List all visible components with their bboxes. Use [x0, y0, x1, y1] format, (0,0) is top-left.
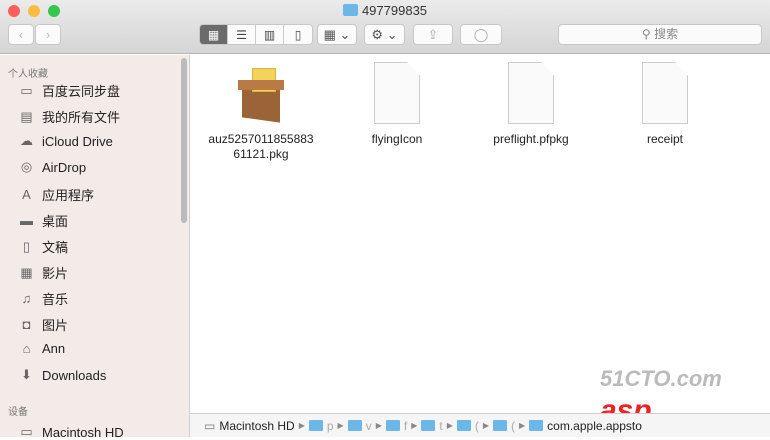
file-name: preflight.pfpkg	[493, 132, 569, 146]
sidebar-item-label: 文稿	[42, 240, 69, 255]
folder-icon	[308, 420, 323, 431]
package-icon	[232, 62, 290, 124]
movies-icon: ▦	[20, 264, 33, 280]
desktop-icon: ▬	[20, 213, 33, 228]
folder-icon	[456, 420, 471, 431]
sidebar-item-macintosh-hd[interactable]: ▭ Macintosh HD	[17, 424, 124, 440]
documents-icon: ▯	[22, 238, 31, 254]
sidebar-item[interactable]: ▭ 百度云同步盘	[17, 81, 120, 100]
sidebar-item-label: Ann	[42, 341, 66, 356]
sidebar-item-label: Downloads	[42, 367, 107, 383]
document-icon	[642, 62, 688, 124]
action-gear-button[interactable]: ⚙ ⌄	[364, 24, 405, 45]
sidebar-item-label: 我的所有文件	[42, 110, 121, 125]
search-icon: ⚲	[641, 27, 651, 41]
folder-icon: ▭	[20, 82, 33, 98]
path-root[interactable]: Macintosh HD	[219, 419, 294, 433]
sidebar-item-label: AirDrop	[42, 159, 87, 175]
path-separator-icon: ▶	[298, 421, 305, 430]
sidebar-item-label: 应用程序	[42, 188, 95, 203]
path-separator-icon: ▶	[375, 421, 382, 430]
path-segment[interactable]: (	[511, 419, 515, 433]
folder-icon	[347, 420, 362, 431]
sidebar-item-label: 影片	[42, 266, 69, 281]
folder-icon	[421, 420, 436, 431]
file-item-receipt[interactable]: receipt	[600, 62, 730, 146]
search-placeholder: 搜索	[654, 27, 679, 41]
devices-header: 设备	[8, 407, 28, 418]
path-segment[interactable]: f	[404, 419, 407, 433]
sidebar-item[interactable]: ▦ 影片	[17, 263, 68, 282]
title-bar: 497799835 ‹ › ▦ ☰ ▥ ▯ ▦ ⌄ ⚙ ⌄ ⇪ ◯ ⚲ 搜索	[0, 0, 770, 54]
sidebar-item[interactable]: ▯ 文稿	[17, 237, 68, 256]
file-item-flyingicon[interactable]: flyingIcon	[332, 62, 462, 146]
path-separator-icon: ▶	[337, 421, 344, 430]
file-name: auz5257011855883 61121.pkg	[208, 132, 314, 161]
list-view-button[interactable]: ☰	[228, 25, 256, 44]
path-last[interactable]: com.apple.appsto	[547, 419, 642, 433]
coverflow-view-button[interactable]: ▯	[284, 25, 312, 44]
disk-icon: ▭	[204, 418, 216, 433]
folder-icon	[529, 420, 544, 431]
share-button[interactable]: ⇪	[413, 24, 453, 45]
path-bar: ▭ Macintosh HD ▶ p ▶ v ▶ f ▶ t ▶(▶( ▶ com.apple.…	[190, 413, 770, 437]
tag-button[interactable]: ◯	[460, 24, 502, 45]
sidebar-item[interactable]: A 应用程序	[17, 185, 94, 204]
folder-icon	[385, 420, 400, 431]
path-separator-icon: ▶	[482, 421, 490, 430]
path-separator-icon: ▶	[411, 421, 418, 430]
favorites-header: 个人收藏	[8, 69, 48, 80]
sidebar-item[interactable]: ◘ 图片	[17, 315, 68, 334]
path-segment[interactable]: (	[475, 419, 479, 433]
sidebar-item[interactable]: ⌂ Ann	[17, 341, 66, 356]
sidebar: 个人收藏 ▭ 百度云同步盘 ▤ 我的所有文件 ☁ iCloud Drive ◎ AirDrop…	[0, 55, 190, 440]
home-icon: ⌂	[22, 341, 31, 356]
sidebar-scrollbar[interactable]	[181, 58, 187, 223]
path-separator-icon: ▶	[446, 421, 453, 430]
sidebar-item-label: 桌面	[42, 214, 69, 229]
all-files-icon: ▤	[20, 108, 33, 124]
window-title-text: 497799835	[361, 3, 428, 18]
music-icon: ♫	[21, 291, 32, 306]
file-item-preflight[interactable]: preflight.pfpkg	[466, 62, 596, 146]
sidebar-item-label: 音乐	[42, 292, 69, 307]
sidebar-item-label: 百度云同步盘	[42, 84, 121, 99]
airdrop-icon: ◎	[20, 159, 33, 174]
applications-icon: A	[22, 187, 31, 202]
document-icon	[374, 62, 420, 124]
arrange-button[interactable]: ▦ ⌄	[317, 24, 357, 45]
sidebar-item[interactable]: ▬ 桌面	[17, 211, 68, 230]
sidebar-item[interactable]: ◎ AirDrop	[17, 159, 86, 175]
file-name: flyingIcon	[371, 132, 423, 146]
downloads-icon: ⬇	[21, 367, 32, 382]
disk-icon: ▭	[20, 424, 33, 439]
window-title: 497799835	[0, 3, 770, 18]
path-segment[interactable]: v	[366, 419, 372, 433]
forward-button[interactable]: ›	[35, 24, 61, 45]
sidebar-item[interactable]: ☁ iCloud Drive	[17, 133, 113, 149]
cloud-icon: ☁	[20, 133, 33, 148]
sidebar-item[interactable]: ⬇ Downloads	[17, 367, 106, 383]
sidebar-item-label: Macintosh HD	[42, 424, 124, 440]
path-segment[interactable]: t	[439, 419, 442, 433]
document-icon	[508, 62, 554, 124]
path-segment[interactable]: p	[327, 419, 334, 433]
file-name: receipt	[646, 132, 684, 146]
path-separator-icon: ▶	[519, 421, 526, 430]
pictures-icon: ◘	[22, 317, 31, 332]
column-view-button[interactable]: ▥	[256, 25, 284, 44]
back-button[interactable]: ‹	[8, 24, 34, 45]
file-item-pkg[interactable]: auz5257011855883 61121.pkg	[196, 62, 326, 162]
view-mode-segment: ▦ ☰ ▥ ▯	[199, 24, 313, 45]
sidebar-item[interactable]: ▤ 我的所有文件	[17, 107, 120, 126]
folder-icon	[493, 420, 508, 431]
sidebar-item[interactable]: ♫ 音乐	[17, 289, 68, 308]
search-input[interactable]: ⚲ 搜索	[558, 24, 762, 45]
sidebar-item-label: iCloud Drive	[42, 133, 113, 149]
folder-icon	[342, 4, 358, 16]
sidebar-item-label: 图片	[42, 318, 69, 333]
icon-view-button[interactable]: ▦	[200, 25, 228, 44]
